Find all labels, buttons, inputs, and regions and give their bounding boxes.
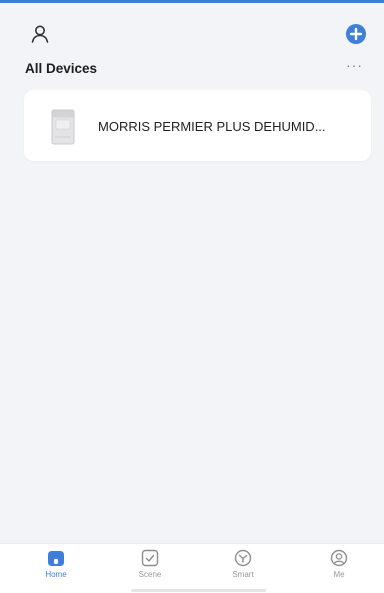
tab-home-label: Home <box>45 570 67 579</box>
me-face-icon <box>330 549 348 567</box>
tab-scene[interactable]: Scene <box>120 548 180 588</box>
plus-circle-icon <box>346 24 366 44</box>
smart-icon <box>234 549 252 567</box>
person-outline-icon <box>31 25 49 43</box>
section-title: All Devices <box>25 61 98 76</box>
device-name: MORRIS PERMIER PLUS DEHUMID... <box>98 119 326 134</box>
profile-button[interactable] <box>29 23 51 45</box>
dehumidifier-icon <box>51 109 75 145</box>
header: All Devices ··· <box>0 3 384 88</box>
tab-smart[interactable]: Smart <box>213 548 273 588</box>
device-card[interactable]: MORRIS PERMIER PLUS DEHUMID... <box>24 90 371 161</box>
scene-check-icon <box>141 549 159 567</box>
add-device-button[interactable] <box>345 23 367 45</box>
bottom-tab-bar: Home Scene Smart Me <box>0 543 384 593</box>
tab-me[interactable]: Me <box>309 548 369 588</box>
tab-me-label: Me <box>333 570 345 579</box>
home-icon <box>48 551 64 566</box>
tab-smart-label: Smart <box>232 570 254 579</box>
more-options-button[interactable]: ··· <box>346 57 363 73</box>
tab-home[interactable]: Home <box>26 548 86 588</box>
tab-scene-label: Scene <box>138 570 162 579</box>
